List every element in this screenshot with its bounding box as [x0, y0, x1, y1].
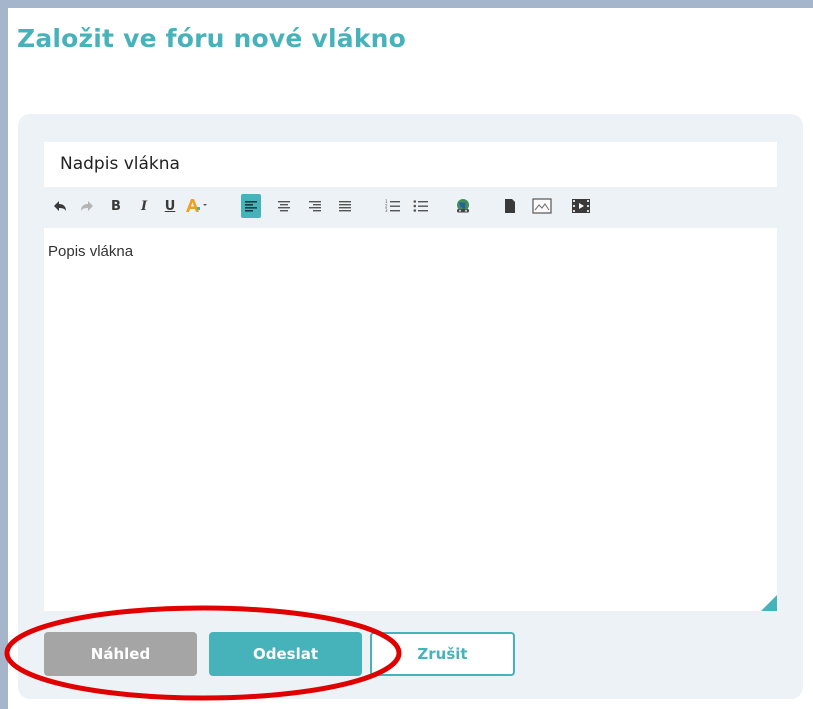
red-annotation-ellipse	[4, 605, 402, 701]
svg-text:3: 3	[385, 208, 388, 213]
document-icon[interactable]	[500, 194, 520, 218]
video-icon[interactable]	[569, 194, 593, 218]
editor-toolbar: B I U 123	[44, 187, 777, 227]
align-left-icon[interactable]	[241, 194, 261, 218]
align-right-icon[interactable]	[305, 194, 325, 218]
thread-title-input[interactable]: Nadpis vlákna	[44, 142, 777, 187]
thread-description-editor[interactable]: Popis vlákna	[44, 228, 777, 611]
align-justify-icon[interactable]	[335, 194, 355, 218]
undo-icon[interactable]	[50, 194, 70, 218]
link-icon[interactable]	[453, 194, 473, 218]
window-frame-top	[0, 0, 813, 8]
unordered-list-icon[interactable]	[411, 194, 431, 218]
italic-button[interactable]: I	[134, 194, 154, 218]
ordered-list-icon[interactable]: 123	[383, 194, 403, 218]
page-title: Založit ve fóru nové vlákno	[17, 24, 407, 53]
underline-button[interactable]: U	[160, 194, 180, 218]
editor-resize-handle[interactable]	[761, 595, 777, 611]
align-center-icon[interactable]	[274, 194, 294, 218]
editor-text: Popis vlákna	[48, 243, 134, 260]
image-icon[interactable]	[530, 194, 554, 218]
text-color-icon[interactable]	[184, 194, 210, 218]
bold-button[interactable]: B	[106, 194, 126, 218]
redo-icon[interactable]	[77, 194, 97, 218]
